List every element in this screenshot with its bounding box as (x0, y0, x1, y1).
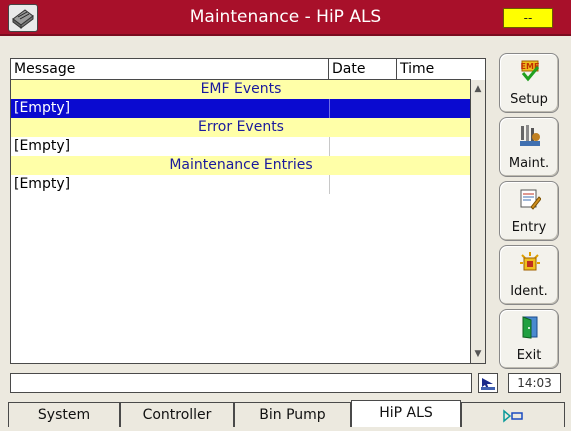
section-title: Maintenance Entries (169, 157, 313, 173)
column-header-time[interactable]: Time (397, 59, 471, 80)
exit-button[interactable]: Exit (499, 309, 559, 369)
row-message: [Empty] (14, 100, 71, 116)
section-header-emf-events: EMF Events (11, 80, 471, 99)
status-message-field (10, 373, 472, 393)
maint-button-label: Maint. (508, 156, 550, 171)
section-title: Error Events (198, 119, 284, 135)
scroll-down-arrow-icon[interactable]: ▼ (471, 347, 485, 361)
table-row[interactable]: [Empty] (11, 137, 471, 156)
title-bar: Maintenance - HiP ALS -- (0, 0, 571, 36)
play-view-icon (503, 409, 523, 423)
section-title: EMF Events (200, 81, 282, 97)
network-icon[interactable] (478, 373, 498, 393)
exit-button-label: Exit (516, 348, 542, 363)
scroll-up-arrow-icon[interactable]: ▲ (471, 82, 485, 96)
entry-button-label: Entry (511, 220, 547, 235)
setup-button[interactable]: EMF Setup (499, 53, 559, 113)
section-header-maintenance-entries: Maintenance Entries (11, 156, 471, 175)
exit-door-icon (522, 316, 538, 339)
tab-controller[interactable]: Controller (120, 402, 234, 427)
section-header-error-events: Error Events (11, 118, 471, 137)
table-row[interactable]: [Empty] (11, 99, 471, 118)
tab-hip-als[interactable]: HiP ALS (351, 400, 461, 427)
maint-button[interactable]: Maint. (499, 117, 559, 177)
identification-icon (520, 252, 540, 271)
emf-setup-icon: EMF (521, 60, 539, 82)
status-indicator[interactable]: -- (503, 8, 553, 28)
row-message: [Empty] (14, 176, 71, 192)
clock-display: 14:03 (508, 373, 561, 393)
table-body: EMF Events [Empty] Error Events [Empty] … (11, 80, 471, 194)
tab-system[interactable]: System (8, 402, 120, 427)
column-header-date[interactable]: Date (329, 59, 397, 80)
tab-bin-pump[interactable]: Bin Pump (234, 402, 351, 427)
column-divider (329, 175, 330, 194)
log-entry-icon (520, 189, 541, 210)
ident-button-label: Ident. (510, 284, 548, 299)
column-divider (329, 137, 330, 156)
window-title: Maintenance - HiP ALS (189, 7, 382, 27)
maintenance-tools-icon (520, 125, 540, 146)
vertical-scrollbar[interactable]: ▲ ▼ (470, 80, 485, 363)
column-header-message[interactable]: Message (11, 59, 329, 80)
column-divider (329, 99, 330, 118)
setup-button-label: Setup (510, 92, 548, 107)
row-message: [Empty] (14, 138, 71, 154)
table-header: Message Date Time (11, 59, 471, 80)
entry-button[interactable]: Entry (499, 181, 559, 241)
message-table: Message Date Time EMF Events [Empty] Err… (10, 58, 486, 364)
table-row[interactable]: [Empty] (11, 175, 471, 194)
tab-play-view[interactable] (461, 402, 565, 427)
module-tabs: System Controller Bin Pump HiP ALS (0, 400, 571, 427)
ident-button[interactable]: Ident. (499, 245, 559, 305)
